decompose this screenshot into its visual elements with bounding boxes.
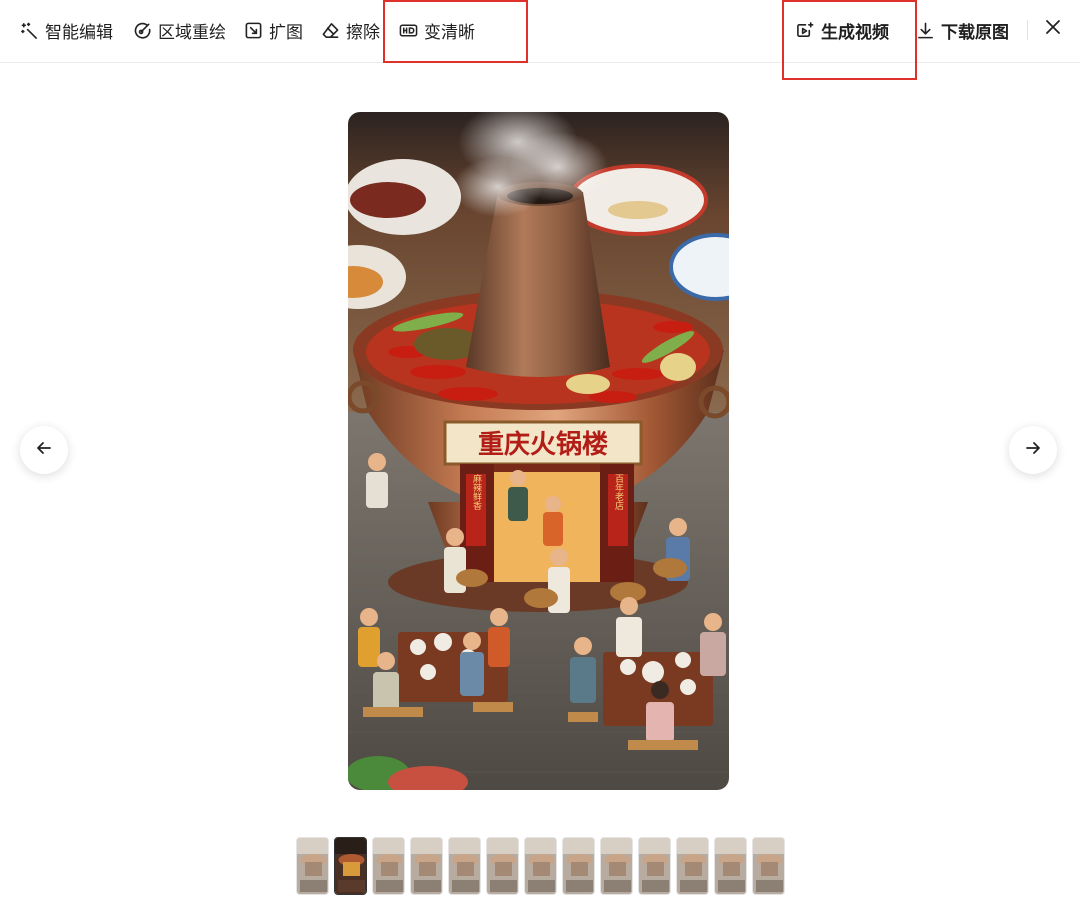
next-image-button[interactable]: [1009, 426, 1057, 474]
download-original-button[interactable]: 下载原图: [916, 18, 1009, 43]
thumbnail[interactable]: [600, 837, 633, 895]
expand-icon: [244, 21, 263, 40]
magic-wand-icon: [20, 21, 39, 40]
arrow-right-icon: [1023, 438, 1043, 462]
close-icon: [1044, 18, 1062, 40]
thumbnail[interactable]: [334, 837, 367, 895]
smart-edit-label: 智能编辑: [45, 22, 113, 43]
region-redraw-label: 区域重绘: [158, 22, 226, 43]
thumbnail[interactable]: [372, 837, 405, 895]
download-original-label: 下载原图: [941, 22, 1009, 43]
thumbnail[interactable]: [714, 837, 747, 895]
prev-image-button[interactable]: [20, 426, 68, 474]
thumbnail[interactable]: [524, 837, 557, 895]
thumbnail[interactable]: [448, 837, 481, 895]
enhance-highlight-box: [383, 0, 528, 63]
smart-edit-button[interactable]: 智能编辑: [20, 18, 113, 43]
thumbnail[interactable]: [562, 837, 595, 895]
thumbnail[interactable]: [296, 837, 329, 895]
thumbnail[interactable]: [486, 837, 519, 895]
right-banner-text: 百年老店: [613, 474, 624, 511]
close-button[interactable]: [1040, 16, 1066, 42]
main-image: 重庆火锅楼 麻辣鲜香 百年老店: [348, 112, 729, 790]
brush-target-icon: [133, 21, 152, 40]
thumbnail[interactable]: [410, 837, 443, 895]
erase-label: 擦除: [346, 22, 380, 43]
thumbnail[interactable]: [638, 837, 671, 895]
expand-button[interactable]: 扩图: [244, 18, 303, 43]
shop-sign-text: 重庆火锅楼: [478, 429, 608, 460]
thumbnail[interactable]: [676, 837, 709, 895]
toolbar: 智能编辑 区域重绘 扩图 擦除 变清晰 生成视频 下载原图: [0, 0, 1080, 63]
thumbnail[interactable]: [752, 837, 785, 895]
thumbnail-strip: [296, 837, 785, 897]
download-icon: [916, 21, 935, 40]
toolbar-divider: [1027, 20, 1028, 40]
arrow-left-icon: [34, 438, 54, 462]
expand-label: 扩图: [269, 22, 303, 43]
region-redraw-button[interactable]: 区域重绘: [133, 18, 226, 43]
generate-video-highlight-box: [782, 0, 917, 80]
left-banner-text: 麻辣鲜香: [471, 473, 482, 510]
erase-button[interactable]: 擦除: [321, 18, 380, 43]
eraser-icon: [321, 21, 340, 40]
